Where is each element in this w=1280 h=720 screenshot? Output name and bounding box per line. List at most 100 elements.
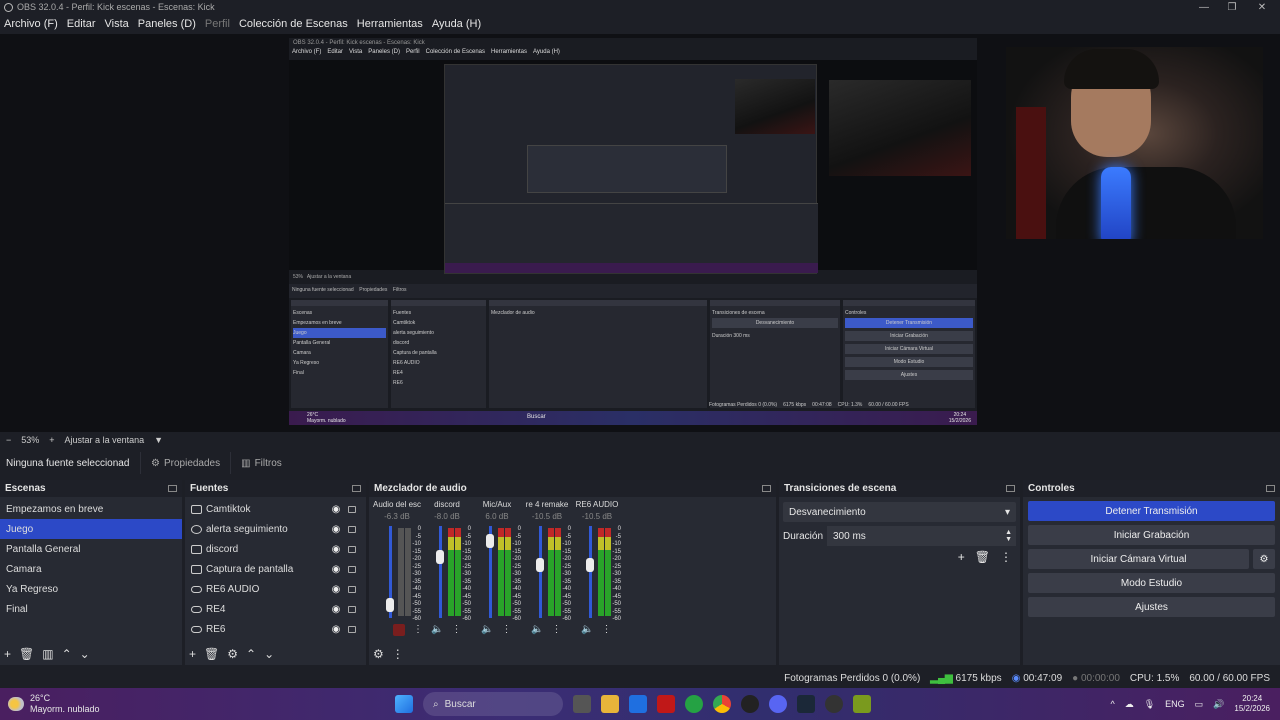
source-properties-icon[interactable]: ⚙ bbox=[227, 647, 238, 661]
zoom-dropdown-icon[interactable]: ▼ bbox=[154, 435, 163, 445]
scene-item[interactable]: Ya Regreso bbox=[0, 579, 182, 599]
scene-filters-icon[interactable]: ▥ bbox=[42, 647, 53, 661]
channel-menu-icon[interactable]: ⋮ bbox=[551, 624, 561, 635]
microphone-icon[interactable]: 🎙 bbox=[1144, 699, 1155, 710]
fader-handle[interactable] bbox=[486, 534, 494, 548]
duration-input[interactable]: 300 ms ▲ ▼ bbox=[827, 526, 1016, 546]
remove-source-icon[interactable]: 🗑 bbox=[204, 647, 219, 661]
fader-handle[interactable] bbox=[536, 558, 544, 572]
channel-menu-icon[interactable]: ⋮ bbox=[601, 624, 611, 635]
visibility-eye-icon[interactable]: ◉ bbox=[330, 584, 342, 595]
menu-coleccion-escenas[interactable]: Colección de Escenas bbox=[239, 18, 348, 30]
zoom-out-button[interactable]: − bbox=[6, 435, 11, 445]
fader-handle[interactable] bbox=[386, 598, 394, 612]
stop-stream-button[interactable]: Detener Transmisión bbox=[1028, 501, 1275, 521]
lock-icon[interactable] bbox=[348, 605, 356, 613]
chrome-icon[interactable] bbox=[713, 695, 731, 713]
channel-menu-icon[interactable]: ⋮ bbox=[501, 624, 511, 635]
whatsapp-icon[interactable] bbox=[685, 695, 703, 713]
fader-handle[interactable] bbox=[586, 558, 594, 572]
settings-app-icon[interactable] bbox=[825, 695, 843, 713]
properties-button[interactable]: ⚙ Propiedades bbox=[140, 452, 230, 474]
dock-float-icon[interactable] bbox=[352, 485, 361, 492]
language-indicator[interactable]: ENG bbox=[1165, 699, 1185, 709]
tray-chevron-icon[interactable]: ^ bbox=[1110, 699, 1114, 709]
source-item[interactable]: RE4 ◉ bbox=[185, 599, 366, 619]
dock-float-icon[interactable] bbox=[1266, 485, 1275, 492]
lock-icon[interactable] bbox=[348, 525, 356, 533]
remove-scene-icon[interactable]: 🗑 bbox=[19, 647, 34, 661]
obs-app-icon[interactable] bbox=[741, 695, 759, 713]
studio-mode-button[interactable]: Modo Estudio bbox=[1028, 573, 1275, 593]
lock-icon[interactable] bbox=[348, 585, 356, 593]
add-transition-icon[interactable]: + bbox=[958, 550, 965, 564]
speaker-icon[interactable]: 🔈 bbox=[581, 624, 593, 635]
visibility-eye-icon[interactable]: ◉ bbox=[330, 564, 342, 575]
start-virtual-cam-button[interactable]: Iniciar Cámara Virtual bbox=[1028, 549, 1249, 569]
add-scene-icon[interactable]: + bbox=[4, 647, 11, 661]
menu-vista[interactable]: Vista bbox=[105, 18, 129, 30]
dock-float-icon[interactable] bbox=[168, 485, 177, 492]
roblox-icon[interactable] bbox=[657, 695, 675, 713]
weather-widget[interactable]: 26°C Mayorm. nublado bbox=[8, 693, 100, 715]
source-item[interactable]: alerta seguimiento ◉ bbox=[185, 519, 366, 539]
volume-icon[interactable]: 🔊 bbox=[1213, 699, 1224, 710]
visibility-eye-icon[interactable]: ◉ bbox=[330, 524, 342, 535]
lock-icon[interactable] bbox=[348, 625, 356, 633]
source-item[interactable]: RE6 ◉ bbox=[185, 619, 366, 639]
mute-button[interactable] bbox=[393, 624, 405, 636]
speaker-icon[interactable]: 🔈 bbox=[481, 624, 493, 635]
scene-item[interactable]: Camara bbox=[0, 559, 182, 579]
source-item[interactable]: RE6 AUDIO ◉ bbox=[185, 579, 366, 599]
dock-float-icon[interactable] bbox=[1006, 485, 1015, 492]
menu-perfil[interactable]: Perfil bbox=[205, 18, 230, 30]
menu-herramientas[interactable]: Herramientas bbox=[357, 18, 423, 30]
channel-menu-icon[interactable]: ⋮ bbox=[451, 624, 461, 635]
windows-start-icon[interactable] bbox=[395, 695, 413, 713]
virtual-cam-settings-icon[interactable]: ⚙ bbox=[1253, 549, 1275, 569]
taskbar-search[interactable]: ⌕ Buscar bbox=[423, 692, 563, 716]
discord-icon[interactable] bbox=[769, 695, 787, 713]
taskbar-clock[interactable]: 20:24 15/2/2026 bbox=[1234, 694, 1270, 714]
fader-handle[interactable] bbox=[436, 550, 444, 564]
file-explorer-icon[interactable] bbox=[601, 695, 619, 713]
start-recording-button[interactable]: Iniciar Grabación bbox=[1028, 525, 1275, 545]
volume-fader[interactable] bbox=[539, 526, 542, 618]
outlook-icon[interactable] bbox=[629, 695, 647, 713]
network-icon[interactable]: ▭ bbox=[1195, 699, 1204, 710]
transition-select[interactable]: Desvanecimiento ▾ bbox=[783, 502, 1016, 522]
scene-item[interactable]: Pantalla General bbox=[0, 539, 182, 559]
lock-icon[interactable] bbox=[348, 545, 356, 553]
lock-icon[interactable] bbox=[348, 565, 356, 573]
game-app-icon[interactable] bbox=[853, 695, 871, 713]
speaker-icon[interactable]: 🔈 bbox=[431, 624, 443, 635]
move-down-icon[interactable]: ⌄ bbox=[80, 647, 90, 661]
menu-archivo[interactable]: Archivo (F) bbox=[4, 18, 58, 30]
filters-button[interactable]: ▥ Filtros bbox=[230, 452, 292, 474]
settings-button[interactable]: Ajustes bbox=[1028, 597, 1275, 617]
scene-item[interactable]: Final bbox=[0, 599, 182, 619]
close-button[interactable]: ✕ bbox=[1248, 0, 1276, 14]
menu-ayuda[interactable]: Ayuda (H) bbox=[432, 18, 481, 30]
scene-item-selected[interactable]: Juego bbox=[0, 519, 182, 539]
transition-menu-icon[interactable]: ⋮ bbox=[1000, 550, 1012, 564]
move-up-icon[interactable]: ⌃ bbox=[246, 647, 256, 661]
remove-transition-icon[interactable]: 🗑 bbox=[975, 550, 990, 564]
lock-icon[interactable] bbox=[348, 505, 356, 513]
dock-float-icon[interactable] bbox=[762, 485, 771, 492]
advanced-audio-icon[interactable]: ⚙ bbox=[373, 647, 384, 661]
move-up-icon[interactable]: ⌃ bbox=[62, 647, 72, 661]
task-view-icon[interactable] bbox=[573, 695, 591, 713]
visibility-eye-icon[interactable]: ◉ bbox=[330, 504, 342, 515]
source-item[interactable]: Captura de pantalla ◉ bbox=[185, 559, 366, 579]
maximize-button[interactable]: ❐ bbox=[1218, 0, 1246, 14]
steam-icon[interactable] bbox=[797, 695, 815, 713]
tray-app-icon[interactable]: ☁ bbox=[1125, 699, 1134, 710]
menu-paneles[interactable]: Paneles (D) bbox=[138, 18, 196, 30]
volume-fader[interactable] bbox=[589, 526, 592, 618]
source-item[interactable]: Camtiktok ◉ bbox=[185, 499, 366, 519]
minimize-button[interactable]: — bbox=[1190, 0, 1218, 14]
menu-editar[interactable]: Editar bbox=[67, 18, 96, 30]
visibility-eye-icon[interactable]: ◉ bbox=[330, 544, 342, 555]
visibility-eye-icon[interactable]: ◉ bbox=[330, 624, 342, 635]
